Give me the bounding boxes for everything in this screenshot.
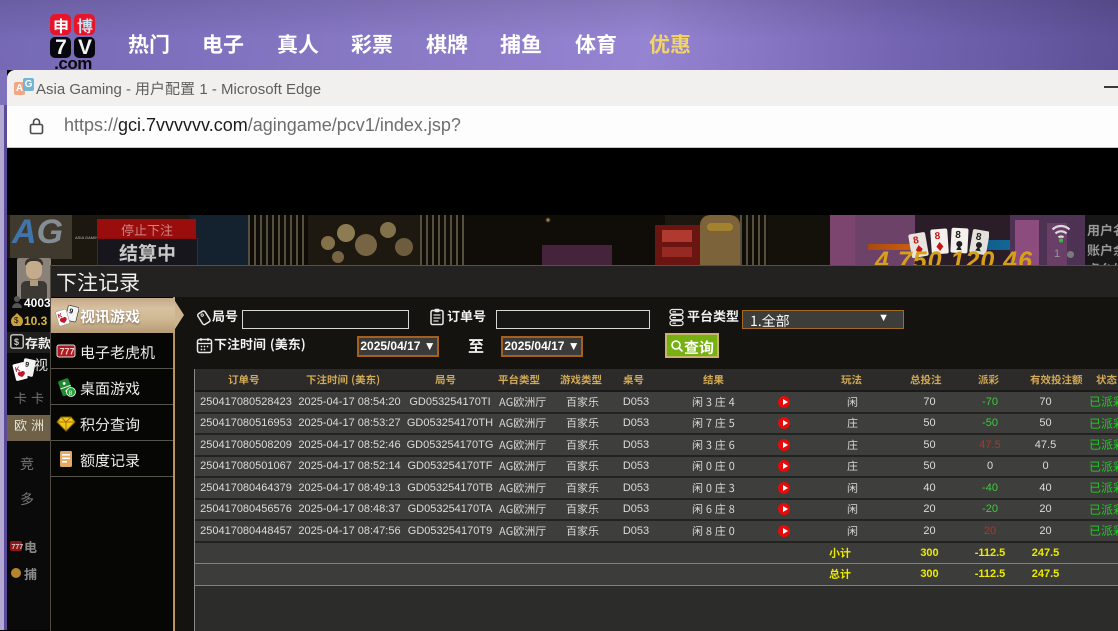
svg-text:777: 777	[12, 544, 24, 551]
svg-text:777: 777	[60, 347, 75, 357]
svg-text:8: 8	[955, 230, 962, 241]
svg-text:$: $	[14, 316, 19, 325]
svg-text:$: $	[14, 337, 19, 347]
